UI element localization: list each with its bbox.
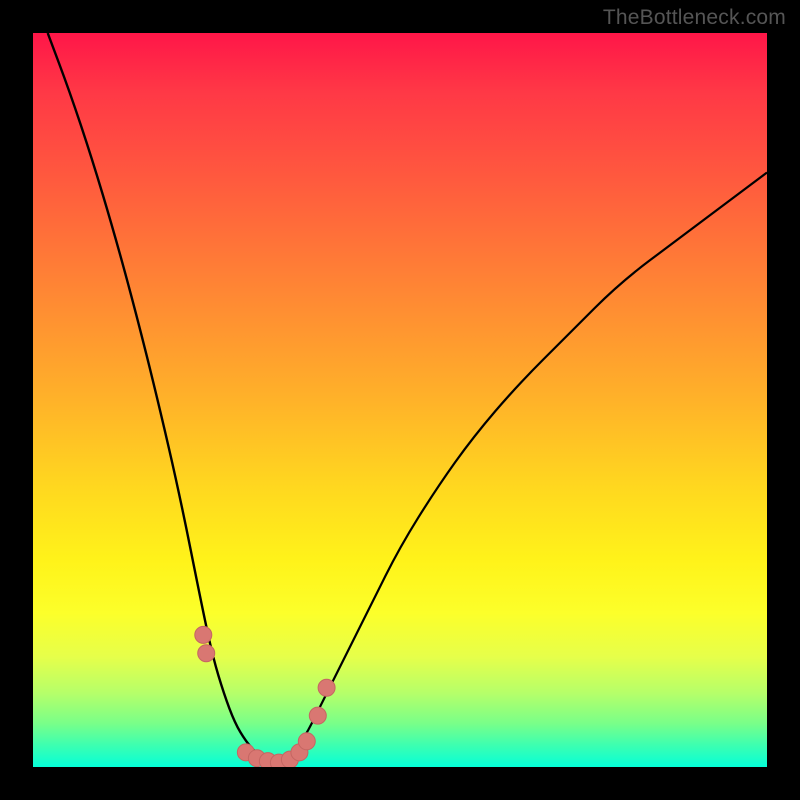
left-curve-path bbox=[48, 33, 276, 764]
plot-area bbox=[33, 33, 767, 767]
marker-point bbox=[195, 626, 212, 643]
highlight-markers bbox=[195, 626, 335, 767]
marker-point bbox=[318, 679, 335, 696]
marker-point bbox=[309, 707, 326, 724]
marker-point bbox=[198, 645, 215, 662]
marker-point bbox=[298, 733, 315, 750]
left-curve bbox=[48, 33, 276, 764]
right-curve bbox=[275, 172, 767, 764]
watermark-text: TheBottleneck.com bbox=[603, 6, 786, 30]
curves-svg bbox=[33, 33, 767, 767]
right-curve-path bbox=[275, 172, 767, 764]
chart-frame: TheBottleneck.com bbox=[0, 0, 800, 800]
